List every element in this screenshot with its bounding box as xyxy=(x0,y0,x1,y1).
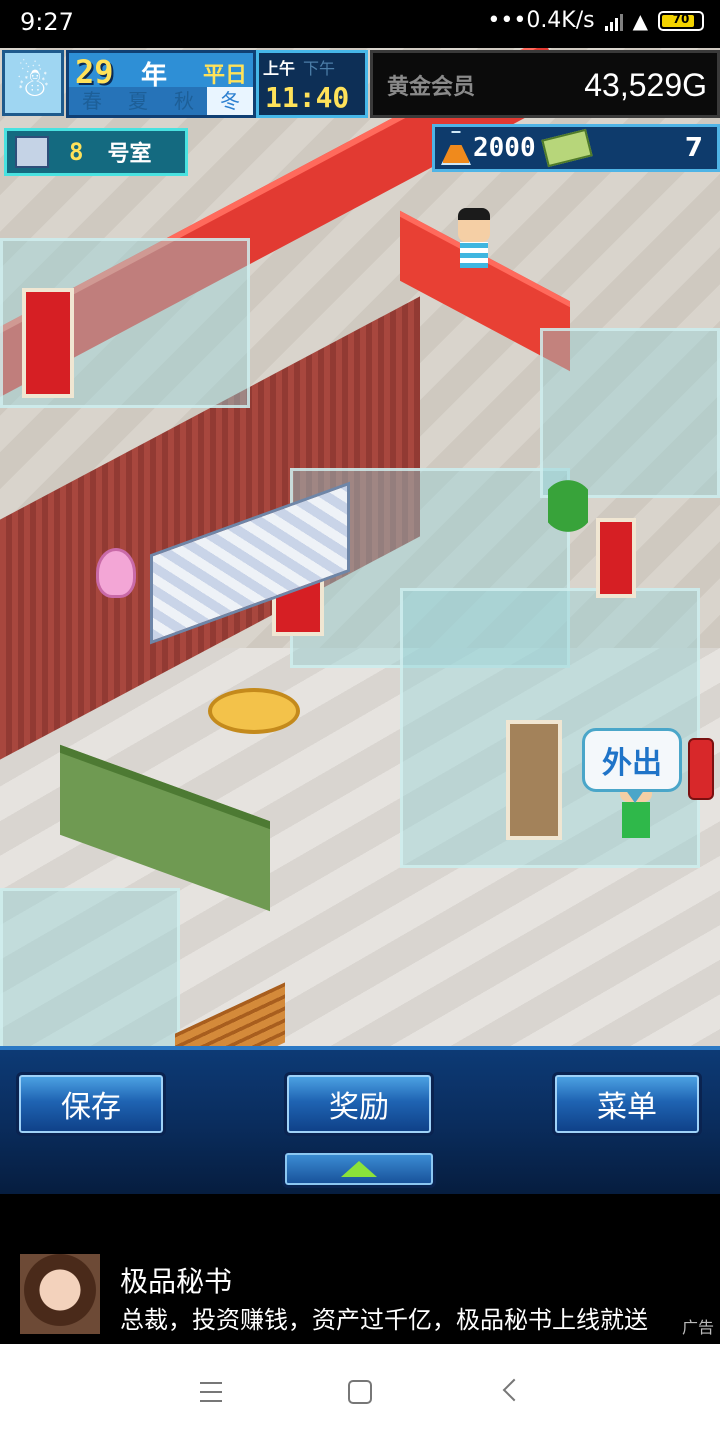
day-type: 平日 xyxy=(202,63,247,88)
snowman-icon: ☃ xyxy=(2,50,64,116)
ad-banner[interactable]: 极品秘书 总裁，投资赚钱，资产过千亿，极品秘书上线就送 广告 xyxy=(0,1194,720,1344)
ad-tag: 广告 xyxy=(681,1318,714,1337)
home-icon[interactable] xyxy=(348,1380,372,1404)
year-number: 29 xyxy=(75,53,114,91)
door-brown[interactable] xyxy=(506,720,562,840)
room-label: 号室 xyxy=(107,142,152,167)
expand-button[interactable] xyxy=(282,1150,436,1188)
up-arrow-icon xyxy=(341,1161,377,1177)
bottom-menu-bar: 保存 奖励 菜单 xyxy=(0,1046,720,1194)
room-number: 8 xyxy=(69,138,84,166)
pm-label: 下午 xyxy=(303,59,336,78)
battery-icon: 70 xyxy=(658,10,704,31)
time-panel: 上午 下午 11:40 xyxy=(256,50,368,118)
potted-plant[interactable] xyxy=(548,478,588,548)
glass-room-bottom-left[interactable] xyxy=(0,888,180,1048)
am-label: 上午 xyxy=(263,59,296,78)
research-points: 2000 xyxy=(473,133,536,163)
back-icon[interactable] xyxy=(502,1378,526,1402)
room-icon xyxy=(15,136,49,168)
battery-level: 70 xyxy=(672,11,690,26)
wifi-icon: ▲ xyxy=(632,8,648,33)
fire-extinguisher[interactable] xyxy=(688,738,714,800)
reward-button[interactable]: 奖励 xyxy=(284,1072,434,1136)
round-table[interactable] xyxy=(208,688,300,734)
season-summer: 夏 xyxy=(115,87,161,115)
menu-button[interactable]: 菜单 xyxy=(552,1072,702,1136)
season-autumn: 秋 xyxy=(161,87,207,115)
ad-description[interactable]: 总裁，投资赚钱，资产过千亿，极品秘书上线就送 xyxy=(120,1300,714,1335)
network-speed: •••0.4K/s xyxy=(487,8,595,33)
ad-avatar[interactable] xyxy=(20,1254,100,1334)
ticket-count: 7 xyxy=(684,133,703,163)
resource-panel[interactable]: 2000 7 xyxy=(432,124,720,172)
system-nav-bar xyxy=(0,1344,720,1440)
room-indicator[interactable]: 8 号室 xyxy=(4,128,188,176)
save-button[interactable]: 保存 xyxy=(16,1072,166,1136)
status-indicators: •••0.4K/s ▲ 70 xyxy=(487,8,704,33)
season-spring: 春 xyxy=(69,87,115,115)
season-winter: 冬 xyxy=(207,87,253,115)
recent-apps-icon[interactable] xyxy=(200,1382,222,1402)
money-panel: 黄金会员 43,529G xyxy=(370,50,720,118)
signal-icon xyxy=(604,11,623,31)
ticket-icon xyxy=(540,128,593,168)
speech-bubble[interactable]: 外出 xyxy=(582,728,682,803)
gold-amount: 43,529G xyxy=(584,67,707,103)
game-scene[interactable]: 外出 xyxy=(0,48,720,1048)
status-bar: 9:27 •••0.4K/s ▲ 70 xyxy=(0,0,720,48)
door-red-1[interactable] xyxy=(22,288,74,398)
pink-chair[interactable] xyxy=(96,548,136,598)
door-red-3[interactable] xyxy=(596,518,636,598)
ad-title[interactable]: 极品秘书 xyxy=(120,1260,232,1300)
season-row: 春 夏 秋 冬 xyxy=(69,87,253,115)
am-pm-indicator: 上午 下午 xyxy=(263,55,335,79)
date-panel[interactable]: 29 年 平日 春 夏 秋 冬 xyxy=(66,50,256,118)
game-clock: 11:40 xyxy=(265,81,350,114)
status-time: 9:27 xyxy=(20,8,74,36)
member-label: 黄金会员 xyxy=(387,75,476,100)
flask-icon xyxy=(441,131,471,165)
glass-room-right[interactable] xyxy=(540,328,720,498)
character-striped-shirt[interactable] xyxy=(452,208,496,280)
